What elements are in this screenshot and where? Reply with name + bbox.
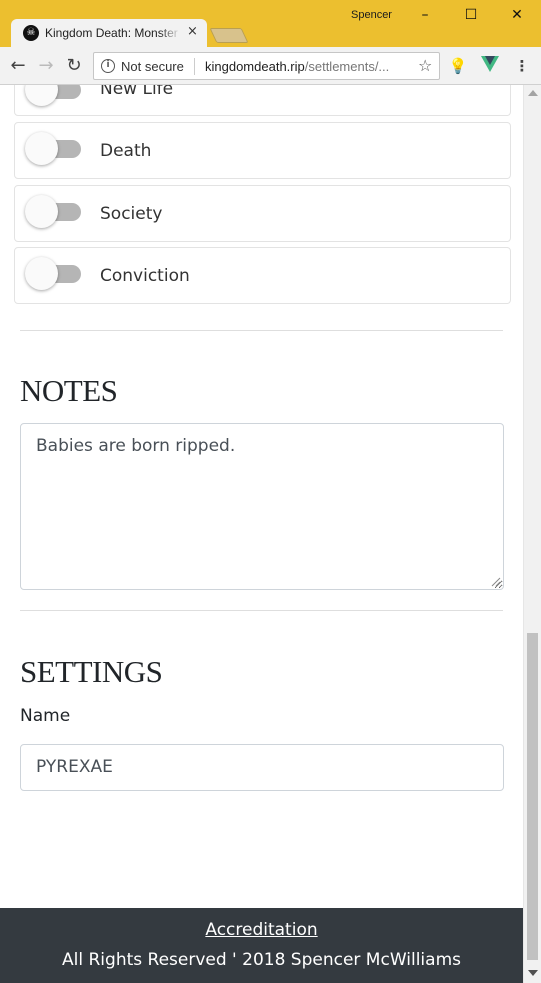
menu-icon[interactable]: ⋮ xyxy=(512,56,532,76)
forward-arrow-icon[interactable]: → xyxy=(35,55,57,77)
name-label: Name xyxy=(20,706,71,726)
security-label[interactable]: Not secure xyxy=(121,59,184,74)
tab-close-icon[interactable]: × xyxy=(187,24,198,40)
url-host: kingdomdeath.rip xyxy=(205,59,305,74)
toggle-knob xyxy=(25,132,58,165)
vue-extension-icon[interactable] xyxy=(480,56,500,76)
toggle-knob xyxy=(25,195,58,228)
minimize-icon[interactable]: – xyxy=(412,5,438,25)
principle-label: Death xyxy=(100,141,152,161)
profile-name[interactable]: Spencer xyxy=(351,9,392,21)
death-toggle[interactable] xyxy=(25,132,81,172)
accreditation-link[interactable]: Accreditation xyxy=(0,920,523,940)
new-tab-button[interactable] xyxy=(209,28,249,43)
lightbulb-extension-icon[interactable]: 💡 xyxy=(448,56,468,76)
url-path: /settlements/... xyxy=(304,59,390,74)
star-icon[interactable]: ☆ xyxy=(418,56,432,75)
new-life-toggle[interactable] xyxy=(25,85,81,113)
page-viewport: New Life Death Society Conviction NOTES … xyxy=(0,85,523,983)
divider xyxy=(20,610,503,611)
copyright-text: All Rights Reserved ' 2018 Spencer McWil… xyxy=(62,950,461,970)
scroll-down-icon[interactable] xyxy=(528,970,538,976)
browser-titlebar: ☠ Kingdom Death: Monster × Spencer – ☐ ✕ xyxy=(0,0,541,47)
resize-grip-icon[interactable] xyxy=(489,575,501,587)
principle-card-conviction: Conviction xyxy=(14,247,511,304)
page-scrollbar[interactable] xyxy=(523,85,541,983)
principle-label: New Life xyxy=(100,85,174,99)
page-footer: Accreditation All Rights Reserved ' 2018… xyxy=(0,908,523,983)
conviction-toggle[interactable] xyxy=(25,257,81,297)
info-icon[interactable]: i xyxy=(101,59,115,73)
toggle-knob xyxy=(25,257,58,290)
principle-card-society: Society xyxy=(14,185,511,242)
maximize-icon[interactable]: ☐ xyxy=(458,5,484,25)
settings-heading: SETTINGS xyxy=(20,654,163,689)
url-divider xyxy=(194,58,195,75)
address-bar[interactable]: i Not secure kingdomdeath.rip/settlement… xyxy=(93,52,440,80)
principle-card-new-life: New Life xyxy=(14,85,511,116)
back-arrow-icon[interactable]: ← xyxy=(7,55,29,77)
close-window-icon[interactable]: ✕ xyxy=(504,5,530,25)
skull-favicon-icon: ☠ xyxy=(23,25,39,41)
browser-tab[interactable]: ☠ Kingdom Death: Monster × xyxy=(11,19,207,47)
scrollbar-thumb[interactable] xyxy=(527,633,538,960)
principle-label: Conviction xyxy=(100,266,190,286)
principle-card-death: Death xyxy=(14,122,511,179)
notes-heading: NOTES xyxy=(20,373,118,408)
settlement-name-input[interactable]: PYREXAE xyxy=(20,744,504,791)
tab-title: Kingdom Death: Monster xyxy=(45,26,181,40)
notes-textarea[interactable]: Babies are born ripped. xyxy=(20,423,504,590)
principle-label: Society xyxy=(100,204,163,224)
reload-icon[interactable]: ↻ xyxy=(63,55,85,77)
toggle-knob xyxy=(25,85,58,106)
divider xyxy=(20,330,503,331)
browser-toolbar: ← → ↻ i Not secure kingdomdeath.rip/sett… xyxy=(0,47,541,85)
society-toggle[interactable] xyxy=(25,195,81,235)
scroll-up-icon[interactable] xyxy=(528,90,538,96)
url-text[interactable]: kingdomdeath.rip/settlements/... xyxy=(205,59,410,74)
